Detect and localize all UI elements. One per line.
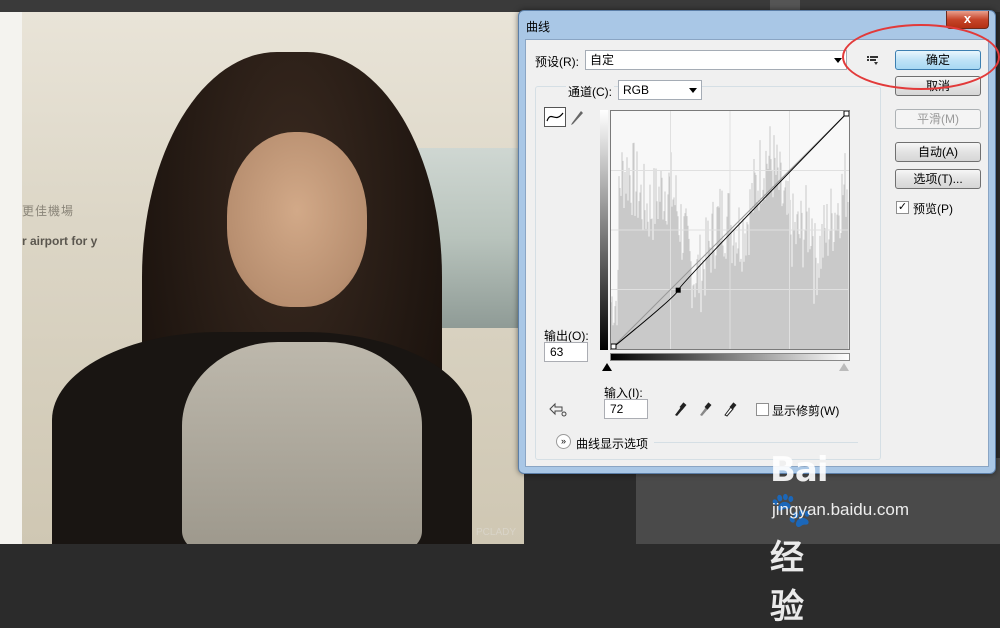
input-gradient bbox=[610, 353, 850, 361]
dialog-title: 曲线 bbox=[526, 20, 551, 34]
options-button[interactable]: 选项(T)... bbox=[895, 169, 981, 189]
person-face bbox=[227, 132, 367, 307]
photo-watermark: PCLADY bbox=[475, 527, 516, 538]
baidu-url: jingyan.baidu.com bbox=[772, 500, 910, 519]
curve-display-options-label[interactable]: 曲线显示选项 bbox=[576, 435, 648, 452]
white-eyedropper-icon[interactable] bbox=[723, 401, 737, 420]
chevron-down-icon bbox=[834, 58, 842, 63]
input-field[interactable]: 72 bbox=[604, 399, 648, 419]
output-field[interactable]: 63 bbox=[544, 342, 588, 362]
dialog-client: 预设(R): 自定 确定 取消 平滑(M) 自动(A) 选项(T)... ✓ 预… bbox=[525, 39, 989, 467]
show-clipping-checkbox[interactable] bbox=[756, 403, 769, 416]
curve-control-point bbox=[675, 287, 681, 293]
white-point-slider[interactable] bbox=[839, 363, 849, 371]
document-canvas[interactable]: 更佳機場 r airport for y PCLADY bbox=[0, 12, 524, 544]
auto-button[interactable]: 自动(A) bbox=[895, 142, 981, 162]
curve-endpoint bbox=[610, 343, 617, 350]
smooth-button[interactable]: 平滑(M) bbox=[895, 109, 981, 129]
on-image-adjust-icon[interactable] bbox=[548, 400, 568, 421]
preset-select[interactable]: 自定 bbox=[585, 50, 847, 70]
preset-label: 预设(R): bbox=[535, 55, 579, 69]
curve-tool-icon[interactable] bbox=[544, 107, 566, 127]
preview-label: 预览(P) bbox=[913, 202, 953, 216]
channel-label: 通道(C): bbox=[566, 83, 614, 100]
gray-eyedropper-icon[interactable] bbox=[698, 401, 712, 420]
black-point-slider[interactable] bbox=[602, 363, 612, 371]
channel-value: RGB bbox=[623, 83, 650, 97]
preset-value: 自定 bbox=[590, 53, 615, 67]
pencil-icon[interactable] bbox=[570, 108, 584, 129]
channel-select[interactable]: RGB bbox=[618, 80, 702, 100]
highlight-ellipse bbox=[842, 24, 1000, 90]
photo: 更佳機場 r airport for y PCLADY bbox=[22, 12, 524, 544]
wall-text-english: r airport for y bbox=[22, 234, 98, 248]
curve-plot bbox=[610, 110, 850, 350]
wall-text: 更佳機場 bbox=[22, 204, 75, 218]
curve-graph[interactable] bbox=[610, 110, 850, 350]
black-eyedropper-icon[interactable] bbox=[673, 401, 687, 420]
curve-endpoint bbox=[843, 110, 850, 117]
baidu-logo: Bai🐾经验 bbox=[770, 450, 829, 627]
preview-checkbox[interactable]: ✓ bbox=[896, 201, 909, 214]
divider bbox=[654, 442, 858, 443]
person-scarf bbox=[182, 342, 422, 544]
expand-icon[interactable]: » bbox=[556, 434, 571, 449]
chevron-down-icon bbox=[689, 88, 697, 93]
show-clipping-label: 显示修剪(W) bbox=[772, 404, 840, 418]
output-gradient bbox=[600, 110, 608, 350]
